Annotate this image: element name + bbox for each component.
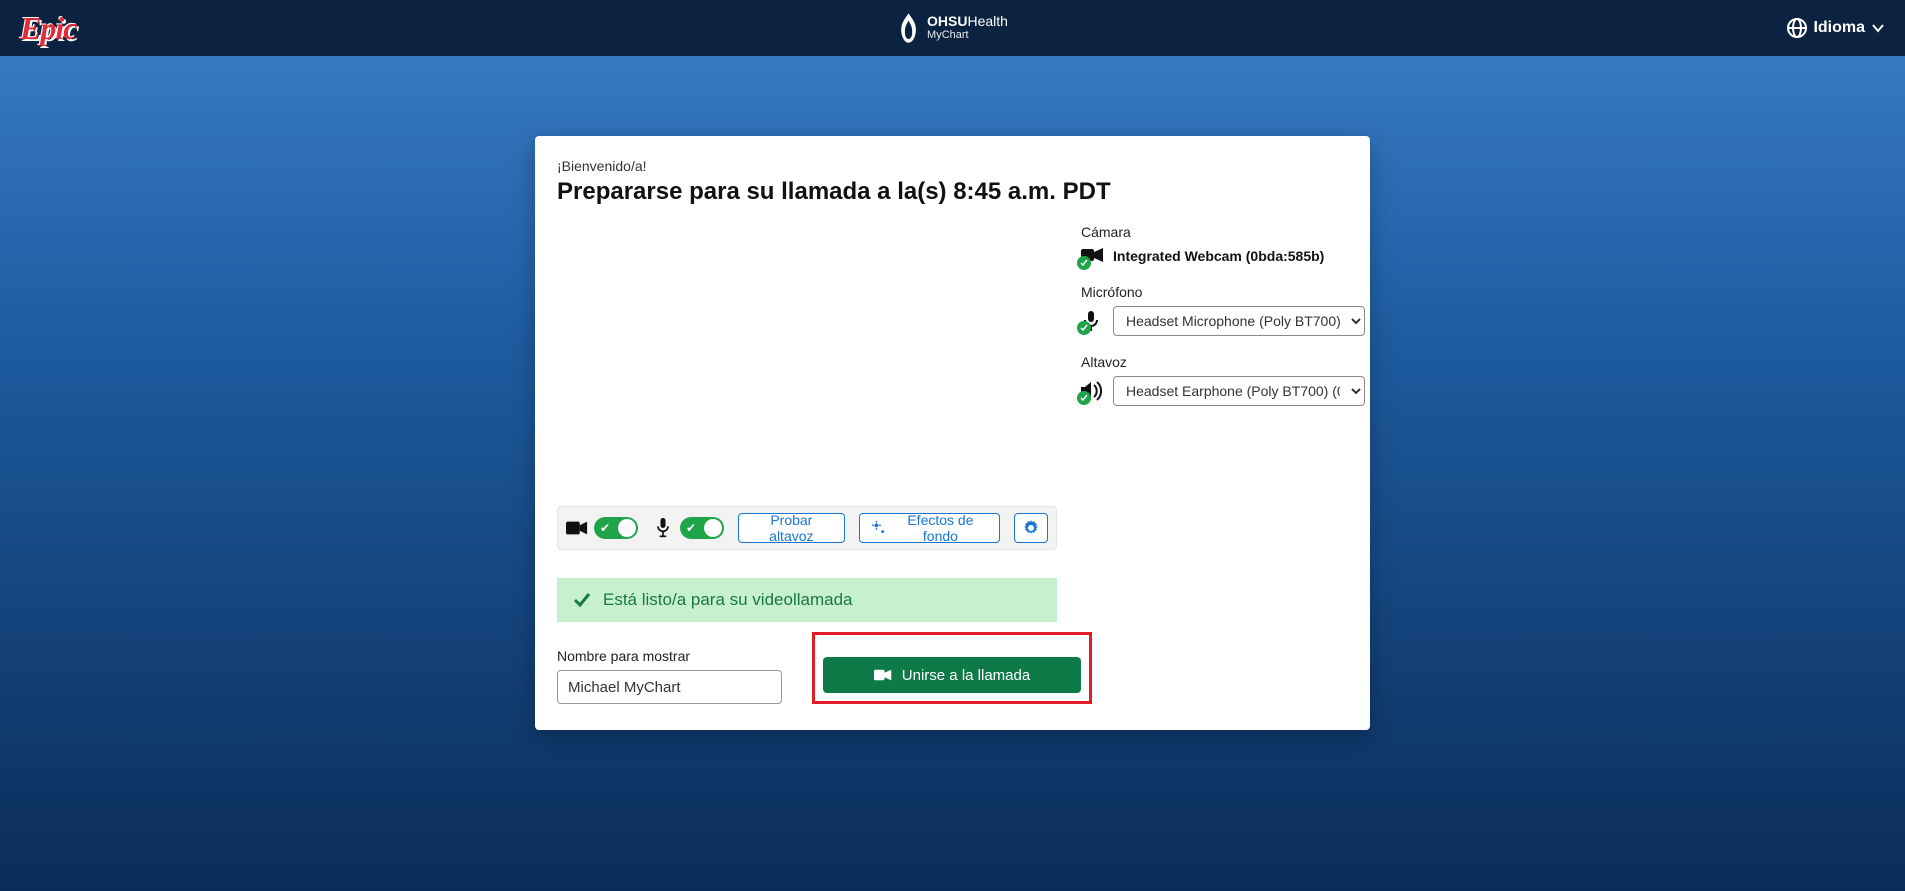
- microphone-toggle[interactable]: ✔: [680, 517, 724, 539]
- globe-icon: [1787, 18, 1807, 38]
- display-name-label: Nombre para mostrar: [557, 648, 782, 664]
- language-label: Idioma: [1813, 19, 1865, 37]
- welcome-text: ¡Bienvenido/a!: [557, 158, 1348, 174]
- microphone-icon: [652, 518, 674, 538]
- prepare-call-card: ¡Bienvenido/a! Prepararse para su llamad…: [535, 136, 1370, 730]
- camera-toggle[interactable]: ✔: [594, 517, 638, 539]
- chevron-down-icon: [1871, 21, 1885, 35]
- settings-button[interactable]: [1014, 513, 1048, 543]
- microphone-status-icon: [1081, 311, 1105, 331]
- flame-icon: [897, 13, 919, 43]
- background-effects-button[interactable]: Efectos de fondo: [859, 513, 1000, 543]
- org-sub: Health: [967, 13, 1007, 29]
- org-main: OHSU: [927, 13, 967, 29]
- video-preview: [557, 222, 1057, 502]
- join-call-label: Unirse a la llamada: [902, 667, 1030, 684]
- speaker-status-icon: [1081, 381, 1105, 401]
- org-line2: MyChart: [927, 28, 1008, 42]
- camera-icon: [566, 518, 588, 538]
- microphone-select[interactable]: Headset Microphone (Poly BT700) (047f:: [1113, 306, 1365, 336]
- gear-icon: [1023, 520, 1039, 536]
- org-logo-block: OHSUHealth MyChart: [897, 13, 1008, 43]
- device-column: Cámara Integrated Webcam (0bda:585b) Mic…: [1081, 222, 1365, 622]
- page-title: Prepararse para su llamada a la(s) 8:45 …: [557, 178, 1348, 206]
- check-icon: [573, 591, 591, 609]
- video-icon: [874, 668, 892, 682]
- controls-bar: ✔ ✔ Probar altavoz: [557, 506, 1057, 550]
- join-call-button[interactable]: Unirse a la llamada: [823, 657, 1081, 693]
- ready-text: Está listo/a para su videollamada: [603, 590, 852, 610]
- background-effects-label: Efectos de fondo: [894, 512, 987, 544]
- camera-value: Integrated Webcam (0bda:585b): [1113, 248, 1324, 264]
- camera-label: Cámara: [1081, 224, 1365, 240]
- join-highlight-box: Unirse a la llamada: [812, 632, 1092, 704]
- speaker-label: Altavoz: [1081, 354, 1365, 370]
- sparkle-icon: [872, 520, 886, 536]
- epic-logo: Epic: [20, 10, 76, 47]
- language-selector[interactable]: Idioma: [1787, 18, 1885, 38]
- ready-banner: Está listo/a para su videollamada: [557, 578, 1057, 622]
- test-speaker-button[interactable]: Probar altavoz: [738, 513, 845, 543]
- speaker-select[interactable]: Headset Earphone (Poly BT700) (047f:0: [1113, 376, 1365, 406]
- display-name-input[interactable]: [557, 670, 782, 704]
- camera-status-icon: [1081, 246, 1105, 266]
- top-bar: Epic OHSUHealth MyChart Idioma: [0, 0, 1905, 56]
- microphone-label: Micrófono: [1081, 284, 1365, 300]
